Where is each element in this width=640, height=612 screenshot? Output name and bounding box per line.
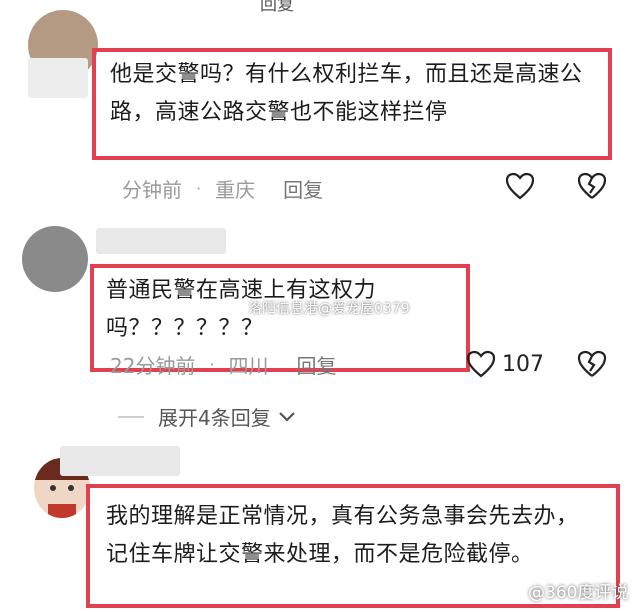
reply-button[interactable]: 回复 xyxy=(283,174,323,203)
broken-heart-icon xyxy=(577,350,607,377)
heart-icon xyxy=(505,172,535,200)
brand-label: @360度评说 xyxy=(528,583,629,603)
meta-separator: · xyxy=(209,355,215,374)
expand-replies-label: 展开4条回复 xyxy=(158,406,271,430)
username-blurred xyxy=(28,58,88,98)
expand-divider xyxy=(118,415,144,418)
heart-icon xyxy=(466,350,496,378)
comment-time: 分钟前 xyxy=(122,178,182,202)
top-fragment: 回复 xyxy=(260,0,294,15)
brand-watermark: @360度评说 xyxy=(508,578,628,603)
dislike-button[interactable] xyxy=(577,350,607,378)
username-blurred xyxy=(60,446,180,476)
paw-icon xyxy=(509,583,523,597)
comment-time: 22分钟前 xyxy=(110,354,196,378)
comment-text: 我的理解是正常情况，真有公务急事会先去办，记住车牌让交警来处理，而不是危险截停。 xyxy=(106,504,579,567)
meta-separator: · xyxy=(196,179,202,198)
like-count: 107 xyxy=(502,351,544,377)
watermark: 洛阳信息港@爱宠屋0379 xyxy=(248,301,410,317)
username-blurred xyxy=(96,228,226,254)
avatar[interactable] xyxy=(22,226,88,292)
like-button[interactable]: 107 xyxy=(466,350,544,378)
broken-heart-icon xyxy=(577,172,607,199)
like-button[interactable] xyxy=(505,172,535,200)
comment-location: 重庆 xyxy=(215,178,256,202)
comment-location: 四川 xyxy=(228,354,269,378)
expand-replies-button[interactable]: 展开4条回复 xyxy=(118,402,297,431)
comment-meta: 分钟前 · 重庆 回复 xyxy=(122,174,323,203)
chevron-down-icon xyxy=(278,411,295,422)
reply-button[interactable]: 回复 xyxy=(297,350,337,379)
comment-text: 他是交警吗？有什么权利拦车，而且还是高速公路，高速公路交警也不能这样拦停 xyxy=(110,62,583,125)
comment-meta: 22分钟前 · 四川 回复 xyxy=(110,350,337,379)
dislike-button[interactable] xyxy=(577,172,607,200)
